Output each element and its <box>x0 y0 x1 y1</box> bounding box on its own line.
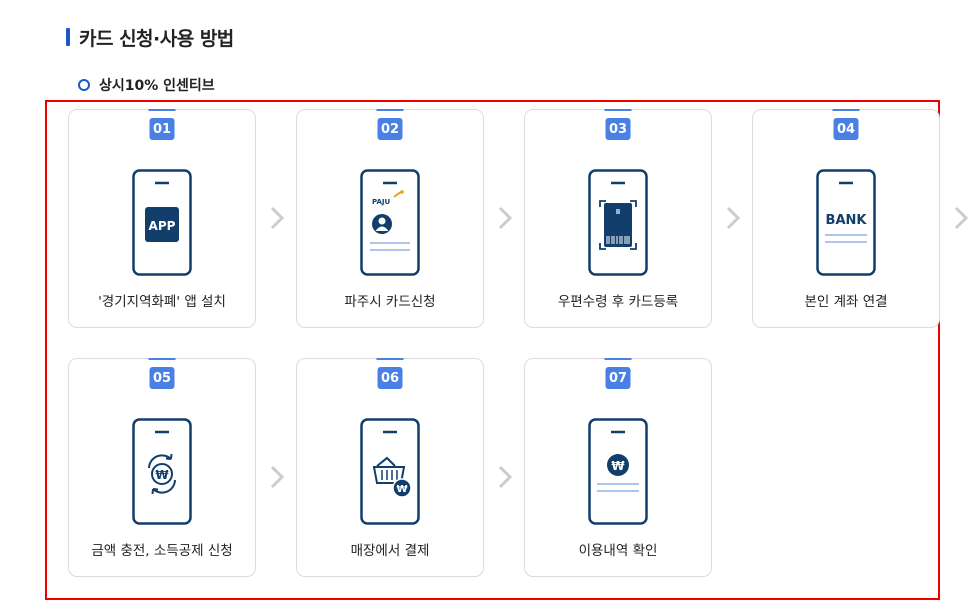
paju-logo-text: PAJU <box>372 198 391 206</box>
step-card-07: 07 ₩ 이용내역 확인 <box>524 358 712 577</box>
section-title: 카드 신청·사용 방법 <box>66 26 234 50</box>
step-label: 본인 계좌 연결 <box>804 294 888 310</box>
step-number-badge: 03 <box>604 109 632 140</box>
step-number-badge: 06 <box>376 358 404 389</box>
step-label: 금액 충전, 소득공제 신청 <box>91 543 233 559</box>
basket-pay-phone-icon: ₩ <box>360 418 420 525</box>
won-symbol: ₩ <box>396 484 407 495</box>
step-label: 파주시 카드신청 <box>344 294 436 310</box>
step-number-badge: 05 <box>148 358 176 389</box>
won-recharge-phone-icon: ₩ <box>132 418 192 525</box>
app-phone-icon: APP <box>132 169 192 276</box>
chevron-right-icon <box>498 465 512 489</box>
paju-profile-phone-icon: PAJU <box>360 169 420 276</box>
step-card-06: 06 ₩ 매장에서 결제 <box>296 358 484 577</box>
card-scan-phone-icon <box>588 169 648 276</box>
bank-phone-icon: BANK <box>816 169 876 276</box>
chevron-right-icon <box>270 206 284 230</box>
won-history-phone-icon: ₩ <box>588 418 648 525</box>
won-symbol: ₩ <box>611 459 625 473</box>
section-title-text: 카드 신청·사용 방법 <box>79 27 234 50</box>
chevron-right-icon <box>498 206 512 230</box>
chevron-right-icon <box>954 206 968 230</box>
chevron-right-icon <box>726 206 740 230</box>
won-symbol: ₩ <box>155 468 169 482</box>
step-label: 매장에서 결제 <box>350 543 430 559</box>
title-bar-marker <box>66 28 70 46</box>
sub-title: 상시10% 인센티브 <box>78 75 215 95</box>
app-text: APP <box>149 219 176 233</box>
step-number-badge: 01 <box>148 109 176 140</box>
step-label: 이용내역 확인 <box>578 543 658 559</box>
circle-bullet-icon <box>78 79 90 91</box>
step-label: 우편수령 후 카드등록 <box>557 294 679 310</box>
bank-text: BANK <box>826 213 868 228</box>
step-card-04: 04 BANK 본인 계좌 연결 <box>752 109 940 328</box>
step-number-badge: 02 <box>376 109 404 140</box>
step-label: '경기지역화폐' 앱 설치 <box>98 294 226 310</box>
chevron-right-icon <box>270 465 284 489</box>
step-card-05: 05 ₩ 금액 충전, 소득공제 신청 <box>68 358 256 577</box>
step-card-02: 02 PAJU 파주시 카드신청 <box>296 109 484 328</box>
sub-title-text: 상시10% 인센티브 <box>99 78 215 94</box>
step-number-badge: 04 <box>832 109 860 140</box>
step-card-01: 01 APP '경기지역화폐' 앱 설치 <box>68 109 256 328</box>
step-card-03: 03 우편수령 후 카드등록 <box>524 109 712 328</box>
step-number-badge: 07 <box>604 358 632 389</box>
